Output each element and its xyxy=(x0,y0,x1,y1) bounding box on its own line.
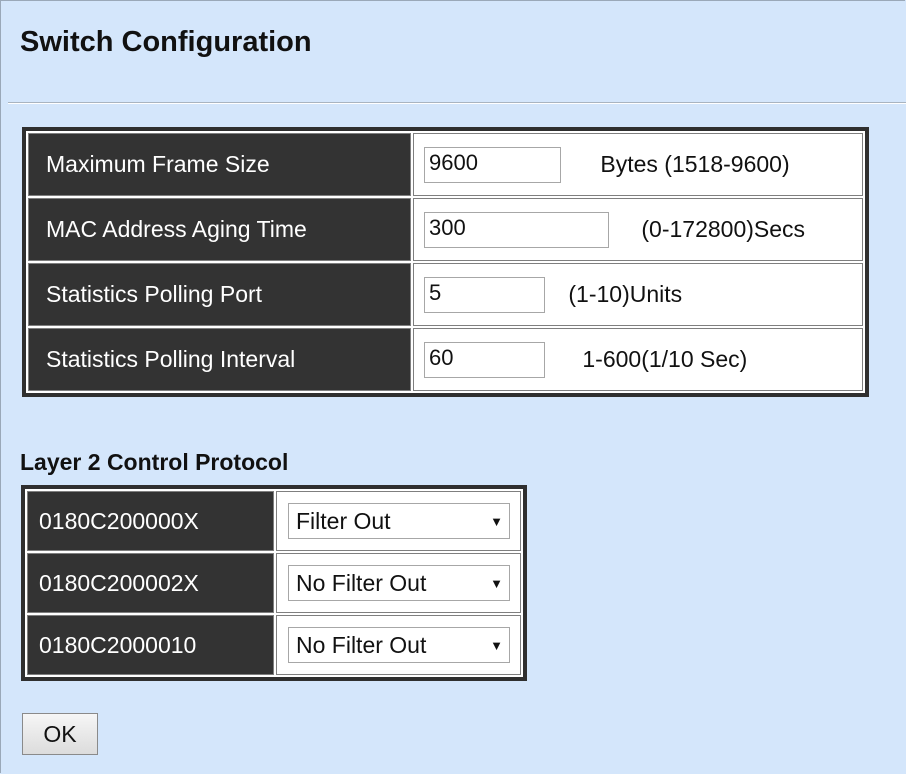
polling-interval-input[interactable]: 60 xyxy=(424,341,545,378)
table-row: Statistics Polling Port 5 (1-10)Units xyxy=(28,263,863,326)
mac-aging-time-cell: 300 (0-172800)Secs xyxy=(413,198,863,261)
l2cp-filter-select[interactable]: Filter Out ▼ xyxy=(288,503,510,539)
select-value: No Filter Out xyxy=(296,631,427,658)
select-value: Filter Out xyxy=(296,507,391,534)
l2cp-address-label: 0180C200002X xyxy=(27,553,274,613)
table-row: Maximum Frame Size 9600 Bytes (1518-9600… xyxy=(28,133,863,196)
polling-interval-cell: 60 1-600(1/10 Sec) xyxy=(413,328,863,391)
l2cp-heading: Layer 2 Control Protocol xyxy=(20,449,289,475)
l2cp-table: 0180C200000X Filter Out ▼ 0180C200002X N… xyxy=(21,485,527,681)
max-frame-size-cell: 9600 Bytes (1518-9600) xyxy=(413,133,863,196)
polling-port-label: Statistics Polling Port xyxy=(28,263,411,326)
polling-port-input[interactable]: 5 xyxy=(424,276,545,313)
polling-port-unit: (1-10)Units xyxy=(568,281,683,307)
page-title: Switch Configuration xyxy=(20,26,312,58)
l2cp-address-label: 0180C200000X xyxy=(27,491,274,551)
mac-aging-time-label: MAC Address Aging Time xyxy=(28,198,411,261)
l2cp-address-label: 0180C2000010 xyxy=(27,615,274,675)
polling-interval-label: Statistics Polling Interval xyxy=(28,328,411,391)
polling-interval-unit: 1-600(1/10 Sec) xyxy=(582,346,748,372)
l2cp-filter-select[interactable]: No Filter Out ▼ xyxy=(288,565,510,601)
ok-button[interactable]: OK xyxy=(22,713,98,755)
table-row: MAC Address Aging Time 300 (0-172800)Sec… xyxy=(28,198,863,261)
l2cp-select-cell: No Filter Out ▼ xyxy=(276,553,521,613)
switch-config-table: Maximum Frame Size 9600 Bytes (1518-9600… xyxy=(22,127,869,397)
mac-aging-time-input[interactable]: 300 xyxy=(424,211,609,248)
chevron-down-icon: ▼ xyxy=(490,513,503,529)
max-frame-size-label: Maximum Frame Size xyxy=(28,133,411,196)
select-value: No Filter Out xyxy=(296,569,427,596)
max-frame-size-input[interactable]: 9600 xyxy=(424,146,561,183)
l2cp-select-cell: Filter Out ▼ xyxy=(276,491,521,551)
title-divider xyxy=(8,102,906,104)
chevron-down-icon: ▼ xyxy=(490,575,503,591)
table-row: 0180C2000010 No Filter Out ▼ xyxy=(27,615,521,675)
table-row: Statistics Polling Interval 60 1-600(1/1… xyxy=(28,328,863,391)
table-row: 0180C200002X No Filter Out ▼ xyxy=(27,553,521,613)
l2cp-select-cell: No Filter Out ▼ xyxy=(276,615,521,675)
table-row: 0180C200000X Filter Out ▼ xyxy=(27,491,521,551)
mac-aging-time-unit: (0-172800)Secs xyxy=(641,216,806,242)
chevron-down-icon: ▼ xyxy=(490,637,503,653)
max-frame-size-unit: Bytes (1518-9600) xyxy=(600,151,790,177)
l2cp-filter-select[interactable]: No Filter Out ▼ xyxy=(288,627,510,663)
polling-port-cell: 5 (1-10)Units xyxy=(413,263,863,326)
